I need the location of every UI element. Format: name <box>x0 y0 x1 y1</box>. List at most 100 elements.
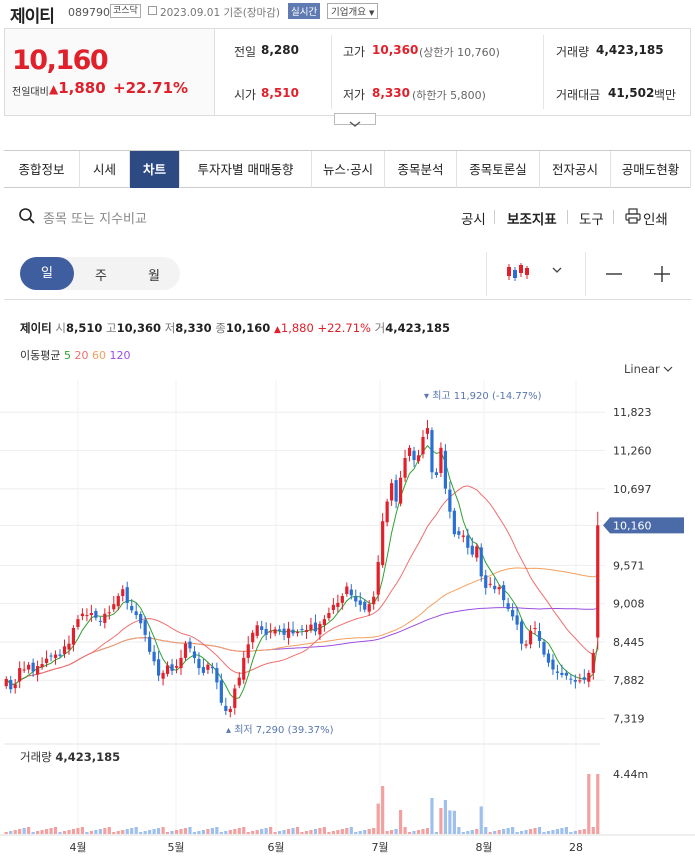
candle-body <box>58 654 62 656</box>
candle-body <box>94 611 98 618</box>
toolbar-divider <box>494 210 495 224</box>
toolbar-divider <box>567 210 568 224</box>
candle-body <box>197 658 201 669</box>
volume-bar <box>121 830 125 834</box>
candle-body <box>528 630 533 645</box>
volume-bar <box>515 832 519 834</box>
volume-bar <box>466 831 470 834</box>
candle-body <box>551 659 555 670</box>
volume-bar <box>309 830 313 834</box>
volume-bar <box>322 827 327 834</box>
tab-1[interactable]: 시세 <box>80 151 130 188</box>
company-overview-button[interactable]: 기업개요 ▼ <box>327 3 379 19</box>
volume-bar <box>269 827 273 834</box>
candle-body <box>206 664 210 670</box>
candle-body <box>398 477 403 504</box>
candle-body <box>578 680 582 682</box>
realtime-button[interactable]: 실시간 <box>288 3 321 19</box>
summary-name: 제이티 <box>20 321 52 335</box>
candle-body <box>466 535 470 548</box>
expand-quote-button[interactable] <box>334 113 376 127</box>
volume-bar <box>488 832 492 834</box>
volume-bar <box>412 831 416 834</box>
period-week-button[interactable]: 주 <box>95 265 107 284</box>
printer-icon[interactable] <box>625 208 641 224</box>
candle-body <box>143 620 147 635</box>
candle-body <box>394 480 398 502</box>
ma-legend[interactable]: 이동평균 5 20 60 120 <box>20 347 130 363</box>
tab-0[interactable]: 종합정보 <box>4 151 80 188</box>
candle-body <box>569 678 573 680</box>
volume-bar <box>331 831 335 834</box>
ma5-label: 5 <box>63 349 71 362</box>
volume-bar <box>219 832 223 834</box>
candle-body <box>515 615 519 625</box>
chart-type-selector[interactable] <box>486 252 574 296</box>
candle-body <box>116 596 120 607</box>
candle-body <box>376 562 380 595</box>
candle-body <box>107 612 111 614</box>
candlestick-icon <box>507 263 529 281</box>
low-value: 8,330 <box>372 86 410 100</box>
tab-8[interactable]: 공매도현황 <box>611 151 691 188</box>
summary-low: 8,330 <box>175 321 212 335</box>
candle-body <box>484 575 488 588</box>
candle-body <box>22 669 26 671</box>
lower-limit: (하한가 5,800) <box>412 89 486 102</box>
tab-7[interactable]: 전자공시 <box>540 151 611 188</box>
volume-bar <box>134 827 138 834</box>
volume-bar <box>345 828 349 834</box>
candle-body <box>112 604 116 610</box>
candle-body <box>13 684 17 689</box>
up-triangle-icon: ▲ <box>49 82 59 96</box>
tab-2[interactable]: 차트 <box>130 151 180 188</box>
volume-bar <box>277 831 282 834</box>
candle-body <box>340 596 344 603</box>
volume-bar <box>452 810 456 834</box>
chevron-down-icon: ▼ <box>369 9 375 17</box>
candle-body <box>49 655 53 657</box>
summary-volume: 4,423,185 <box>385 321 450 335</box>
candle-body <box>345 586 349 594</box>
price-chart[interactable]: 11,823 11,260 10,697 9,571 9,008 8,445 7,882 7,… <box>0 380 695 860</box>
summary-high-label: 고 <box>106 321 117 335</box>
candle-body <box>560 672 564 675</box>
period-month-button[interactable]: 월 <box>148 265 160 284</box>
quote-panel: 10,160 전일대비 ▲1,880 +22.71% 전일 8,280 고가 1… <box>4 28 691 116</box>
volume-bar <box>528 829 533 834</box>
tab-6[interactable]: 종목토론실 <box>457 151 540 188</box>
plus-icon[interactable] <box>652 264 672 284</box>
candle-body <box>224 705 228 711</box>
candle-body <box>304 630 309 633</box>
candle-body <box>295 632 300 634</box>
volume-bar <box>506 828 510 834</box>
volume-bar <box>587 774 591 834</box>
candle-body <box>542 641 546 655</box>
candle-body <box>9 680 13 690</box>
search-icon[interactable] <box>18 207 38 227</box>
indicator-button[interactable]: 보조지표 <box>507 208 557 228</box>
minus-icon[interactable] <box>604 266 624 282</box>
disclosure-button[interactable]: 공시 <box>461 208 486 228</box>
y-tick-label: 7,882 <box>613 674 645 687</box>
volume-bar <box>457 827 461 834</box>
candle-body <box>192 651 197 658</box>
summary-change: ▲1,880 <box>274 321 314 335</box>
tools-button[interactable]: 도구 <box>579 208 604 228</box>
tab-4[interactable]: 뉴스·공시 <box>312 151 385 188</box>
print-button[interactable]: 인쇄 <box>643 208 668 228</box>
volume-bar <box>197 831 201 834</box>
volume-bar <box>497 830 501 834</box>
current-price: 10,160 <box>12 45 109 76</box>
tab-3[interactable]: 투자자별 매매동향 <box>180 151 312 188</box>
compare-search-input[interactable]: 종목 또는 지수비교 <box>43 208 147 227</box>
volume-bar <box>327 832 331 834</box>
volume-bar <box>560 828 564 834</box>
period-day-button[interactable]: 일 <box>20 257 74 290</box>
candle-body <box>152 651 156 662</box>
prev-diff-label: 전일대비 <box>12 87 49 98</box>
candle-body <box>179 657 183 669</box>
scale-selector[interactable]: Linear <box>624 362 673 376</box>
volume-bar <box>224 831 228 834</box>
tab-5[interactable]: 종목분석 <box>385 151 457 188</box>
